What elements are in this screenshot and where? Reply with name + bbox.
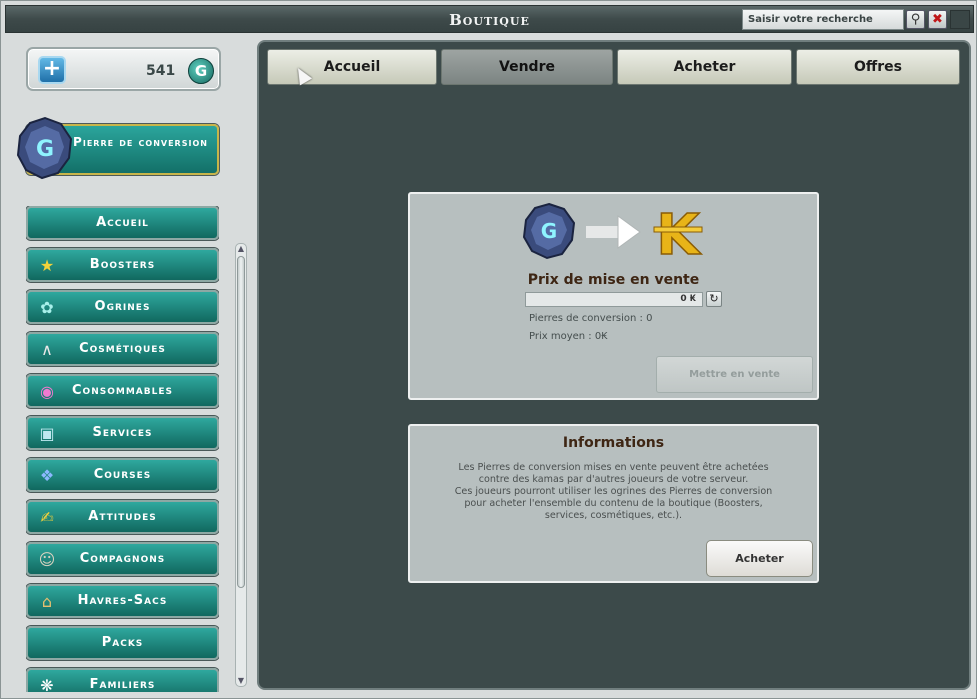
info-line: contre des kamas par d'autres joueurs de… [478, 474, 749, 485]
menu-item-label: Ogrines [94, 299, 151, 314]
tab-offres[interactable]: Offres [796, 49, 960, 85]
average-price-label: Prix moyen : 0₭ [529, 331, 608, 342]
menu-item-compagnons[interactable]: ☺ Compagnons [26, 542, 219, 576]
svg-text:G: G [36, 137, 54, 162]
ogrines-balance: + 541 G [26, 47, 221, 91]
buy-button[interactable]: Acheter [706, 540, 813, 577]
info-line: Ces joueurs pourront utiliser les ogrine… [454, 486, 773, 497]
pierre-conversion-label: Pierre de conversion [73, 135, 208, 149]
search-input[interactable]: Saisir votre recherche [742, 9, 904, 30]
scroll-thumb[interactable] [237, 256, 245, 588]
menu-item-label: Cosmétiques [79, 341, 166, 356]
sell-button[interactable]: Mettre en vente [656, 356, 813, 393]
tab-acheter[interactable]: Acheter [617, 49, 792, 85]
kamas-icon: K [653, 202, 703, 264]
arrow-right-icon [586, 215, 641, 249]
sidebar: + 541 G Pierre de conversion G Accueil ★… [10, 37, 252, 692]
ogrines-count: 541 [146, 63, 176, 79]
scroll-down-icon[interactable]: ▼ [236, 676, 246, 686]
menu-item-courses[interactable]: ❖ Courses [26, 458, 219, 492]
menu-item-label: Services [92, 425, 153, 440]
menu-item-cosmetiques[interactable]: ∧ Cosmétiques [26, 332, 219, 366]
window-corner [950, 10, 970, 29]
close-icon[interactable]: ✖ [928, 10, 947, 29]
menu-item-boosters[interactable]: ★ Boosters [26, 248, 219, 282]
info-panel: Informations Les Pierres de conversion m… [408, 424, 819, 583]
reset-icon[interactable]: ↻ [706, 291, 722, 307]
menu-item-familiers[interactable]: ❋ Familiers [26, 668, 219, 692]
menu-item-ogrines[interactable]: ✿ Ogrines [26, 290, 219, 324]
menu-item-label: Havres-Sacs [77, 593, 168, 608]
svg-text:G: G [541, 219, 557, 243]
main-content: Accueil Vendre Acheter Offres G K Prix d… [257, 40, 971, 690]
info-line: services, cosmétiques, etc.). [544, 510, 683, 521]
menu-item-label: Packs [101, 635, 144, 650]
stones-count-label: Pierres de conversion : 0 [529, 313, 653, 324]
menu-scrollbar[interactable]: ▲ ▼ [235, 243, 247, 687]
menu-item-services[interactable]: ▣ Services [26, 416, 219, 450]
search-icon[interactable]: ⚲ [906, 10, 925, 29]
conversion-illustration: G K [522, 202, 703, 264]
sell-title: Prix de mise en vente [527, 272, 700, 288]
category-menu: Accueil ★ Boosters ✿ Ogrines ∧ Cosmétiqu… [26, 206, 219, 692]
menu-item-label: Attitudes [88, 509, 157, 524]
price-input[interactable]: 0 ₭ [525, 292, 703, 307]
menu-item-label: Boosters [89, 257, 156, 272]
info-line: Les Pierres de conversion mises en vente… [458, 462, 769, 473]
menu-item-label: Consommables [72, 383, 173, 398]
menu-item-attitudes[interactable]: ✍ Attitudes [26, 500, 219, 534]
menu-item-consommables[interactable]: ◉ Consommables [26, 374, 219, 408]
tab-accueil[interactable]: Accueil [267, 49, 437, 85]
menu-item-accueil[interactable]: Accueil [26, 206, 219, 240]
menu-item-label: Courses [93, 467, 152, 482]
conversion-stone-icon: G [16, 116, 73, 180]
tab-vendre[interactable]: Vendre [441, 49, 613, 85]
shop-window: Boutique Saisir votre recherche ⚲ ✖ + 54… [0, 0, 977, 699]
menu-item-havres-sacs[interactable]: ⌂ Havres-Sacs [26, 584, 219, 618]
svg-text:K: K [656, 203, 702, 264]
menu-item-label: Compagnons [79, 551, 166, 566]
info-title: Informations [562, 435, 665, 451]
sell-panel: G K Prix de mise en vente 0 ₭ ↻ Pierres … [408, 192, 819, 400]
menu-item-label: Familiers [89, 677, 156, 692]
conversion-stone-icon: G [522, 202, 576, 260]
ogrine-icon: G [188, 58, 214, 84]
info-text: Les Pierres de conversion mises en vente… [420, 462, 807, 522]
menu-item-label: Accueil [96, 215, 149, 230]
menu-item-packs[interactable]: Packs [26, 626, 219, 660]
scroll-up-icon[interactable]: ▲ [236, 244, 246, 254]
add-ogrines-button[interactable]: + [38, 56, 66, 84]
info-line: pour acheter l'ensemble du contenu de la… [464, 498, 763, 509]
